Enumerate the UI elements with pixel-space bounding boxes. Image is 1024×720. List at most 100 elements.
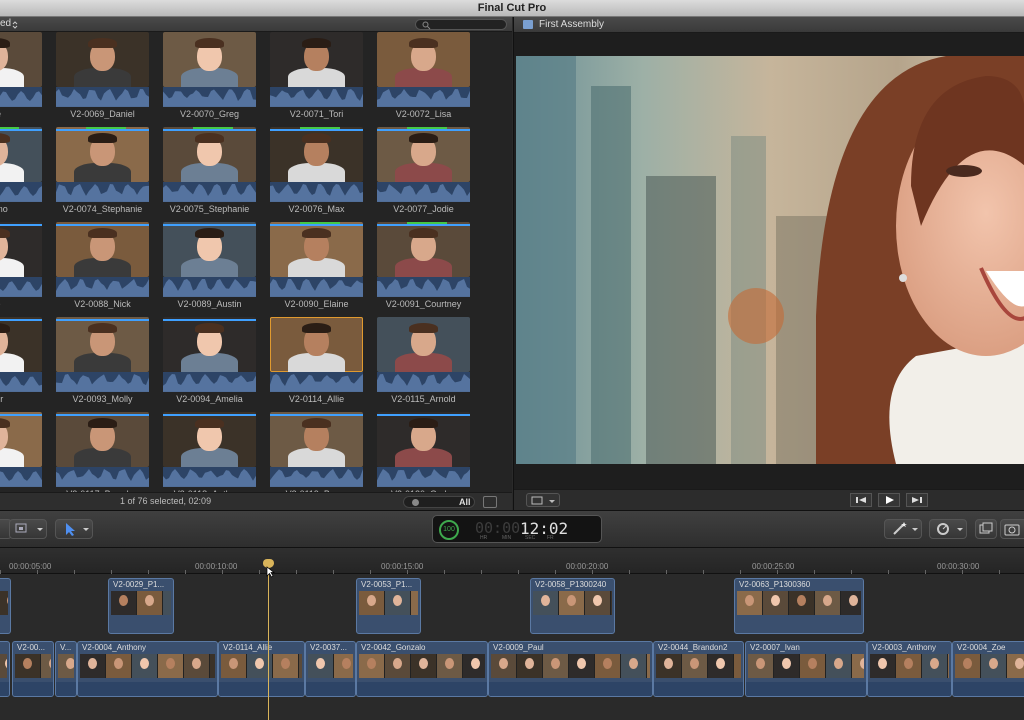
timecode-unit: SEC	[525, 535, 536, 541]
audio-waveform	[377, 184, 470, 202]
enhancements-popup[interactable]	[884, 519, 922, 539]
viewer-header: First Assembly	[514, 17, 1024, 33]
audio-waveform	[270, 89, 363, 107]
timecode-unit: HR	[480, 535, 488, 541]
timeline-clip[interactable]: V2-00...	[12, 641, 54, 697]
photos-browser-button[interactable]	[1000, 519, 1024, 539]
clip-thumbnail[interactable]	[163, 127, 256, 182]
thumbnail-hair	[0, 133, 10, 143]
view-options-button[interactable]	[526, 493, 560, 507]
chevron-updown-icon[interactable]	[12, 21, 18, 29]
ruler-tick	[703, 570, 704, 574]
clip-thumbnail[interactable]	[56, 412, 149, 467]
play-button[interactable]	[878, 493, 900, 507]
timeline-toolbar: 100 00:00: 12:02 HR MIN SEC FR	[0, 510, 1024, 548]
timeline-clip[interactable]: V2-0029_P1...	[108, 578, 174, 634]
clip-audio-strip	[163, 277, 256, 297]
timeline-clip[interactable]	[0, 641, 10, 697]
ruler-tick	[259, 570, 260, 574]
clip-thumbnail[interactable]	[56, 317, 149, 372]
timeline-clip[interactable]: V2-0009_Paul	[488, 641, 653, 697]
clip-thumbnail[interactable]	[270, 127, 363, 182]
clip-thumbnail[interactable]	[163, 222, 256, 277]
retime-popup[interactable]	[929, 519, 967, 539]
timeline-clip[interactable]: V...	[55, 641, 77, 697]
timeline-clip[interactable]: V2-0058_P1300240	[530, 578, 615, 634]
clip-thumbnail[interactable]	[0, 317, 42, 372]
clip-appearance-popup[interactable]	[9, 519, 47, 539]
search-field[interactable]	[415, 19, 507, 30]
clip-name: V2-0077_Jodie	[393, 204, 454, 214]
clip-thumbnail[interactable]	[56, 127, 149, 182]
clip-thumbnail[interactable]	[163, 412, 256, 467]
ruler-timecode-label: 00:00:25:00	[752, 562, 795, 571]
clip-thumbnail[interactable]	[270, 222, 363, 277]
go-to-end-button[interactable]	[906, 493, 928, 507]
timeline-clip[interactable]: V2-0037...	[305, 641, 356, 697]
select-tool-popup[interactable]	[55, 519, 93, 539]
thumbnail-hair	[409, 323, 438, 333]
timeline-clip[interactable]: V2-0053_P1...	[356, 578, 421, 634]
clip-thumbnail[interactable]	[0, 32, 42, 87]
clip-filmstrip	[748, 654, 864, 678]
clip-zoom-slider[interactable]: All	[403, 496, 475, 508]
slider-knob[interactable]	[412, 499, 419, 506]
search-icon	[422, 21, 431, 30]
audio-waveform	[0, 91, 42, 107]
timeline-clip[interactable]: V2-0004_Zoe	[952, 641, 1024, 697]
clip-audio-waveform	[78, 682, 217, 696]
clip-name: oe	[0, 299, 42, 309]
timeline-clip[interactable]: V2-0004_Anthony	[77, 641, 218, 697]
clip-thumbnail[interactable]	[0, 412, 42, 467]
clip-thumbnail[interactable]	[163, 32, 256, 87]
audio-waveform	[270, 184, 363, 202]
timeline-clip[interactable]: V2-0114_Allie	[218, 641, 305, 697]
clip-audio-strip	[377, 372, 470, 392]
clip-thumbnail[interactable]	[56, 222, 149, 277]
timeline-clip[interactable]	[0, 578, 11, 634]
timeline-clip[interactable]: V2-0063_P1300360	[734, 578, 864, 634]
clip-thumbnail[interactable]	[377, 127, 470, 182]
library-filter-popup[interactable]: ed	[0, 18, 11, 29]
timeline-ruler[interactable]: 00:00:05:00 00:00:10:00 00:00:15:00 00:00:2…	[0, 548, 1024, 574]
keyword-range-bar	[0, 224, 42, 226]
clip-audio-strip	[377, 467, 470, 487]
clip-thumbnail[interactable]	[163, 317, 256, 372]
clip-thumbnail[interactable]	[270, 412, 363, 467]
background-tasks-indicator[interactable]: 100	[439, 520, 459, 540]
project-icon	[523, 20, 533, 29]
clip-thumbnail[interactable]	[377, 32, 470, 87]
clip-thumbnail[interactable]	[377, 412, 470, 467]
transitions-browser-button[interactable]	[975, 519, 997, 539]
clip-appearance-button[interactable]	[483, 496, 497, 508]
timeline[interactable]: 00:00:05:00 00:00:10:00 00:00:15:00 00:00:2…	[0, 548, 1024, 720]
ruler-tick	[888, 570, 889, 574]
ruler-tick	[37, 570, 38, 574]
audio-waveform	[56, 89, 149, 107]
ruler-tick	[0, 570, 1, 574]
ruler-tick	[666, 570, 667, 574]
thumbnail-hair	[302, 133, 331, 143]
audio-waveform	[377, 374, 470, 392]
thumbnail-hair	[409, 228, 438, 238]
clip-thumbnail[interactable]	[0, 222, 42, 277]
clip-audio-strip	[270, 467, 363, 487]
timeline-clip[interactable]: V2-0003_Anthony	[867, 641, 952, 697]
clip-thumbnail[interactable]	[270, 32, 363, 87]
timeline-clip[interactable]: V2-0007_Ivan	[745, 641, 867, 697]
timeline-tracks[interactable]: V2-0029_P1... V2-0053_P1... V2-0058_P13002…	[0, 575, 1024, 720]
clip-thumbnail[interactable]	[270, 317, 363, 372]
timeline-clip[interactable]: V2-0044_Brandon2	[653, 641, 744, 697]
timeline-clip[interactable]: V2-0042_Gonzalo	[356, 641, 488, 697]
timeline-clip-name: V2-0007_Ivan	[750, 643, 800, 652]
playhead[interactable]	[268, 566, 269, 720]
clip-thumbnail[interactable]	[377, 222, 470, 277]
go-to-start-button[interactable]	[850, 493, 872, 507]
clip-thumbnail[interactable]	[377, 317, 470, 372]
clip-thumbnail[interactable]	[0, 127, 42, 182]
zoom-all-label: All	[459, 497, 471, 507]
magic-wand-icon	[893, 522, 918, 535]
clip-grid: llie V2-0069_Daniel V2-0070_Greg V2-0071_To…	[0, 32, 512, 492]
dashboard-timecode[interactable]: 100 00:00: 12:02 HR MIN SEC FR	[432, 515, 602, 543]
clip-thumbnail[interactable]	[56, 32, 149, 87]
